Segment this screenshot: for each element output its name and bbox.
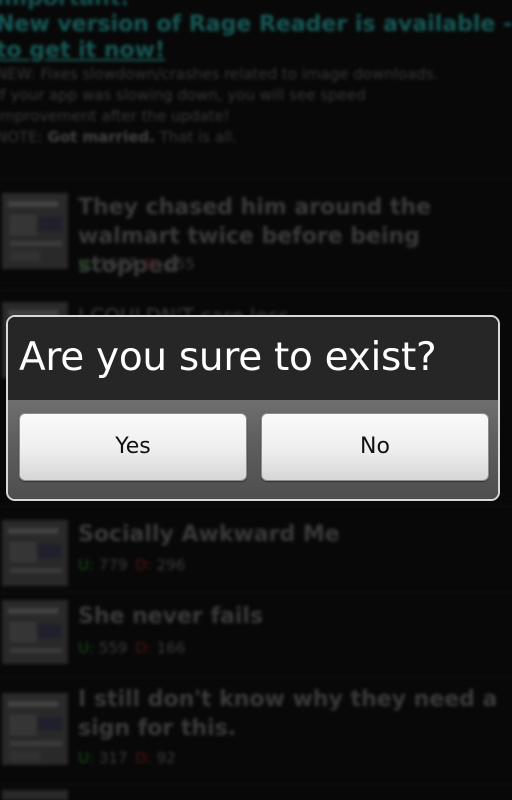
yes-button[interactable]: Yes — [19, 413, 247, 481]
screen: Important: New version of Rage Reader is… — [0, 0, 512, 800]
no-button[interactable]: No — [261, 413, 489, 481]
dialog-titlebar: Are you sure to exist? — [8, 317, 498, 400]
dialog-title: Are you sure to exist? — [19, 335, 437, 380]
dialog-button-bar: Yes No — [8, 400, 498, 499]
confirm-dialog: Are you sure to exist? Yes No — [6, 315, 500, 501]
